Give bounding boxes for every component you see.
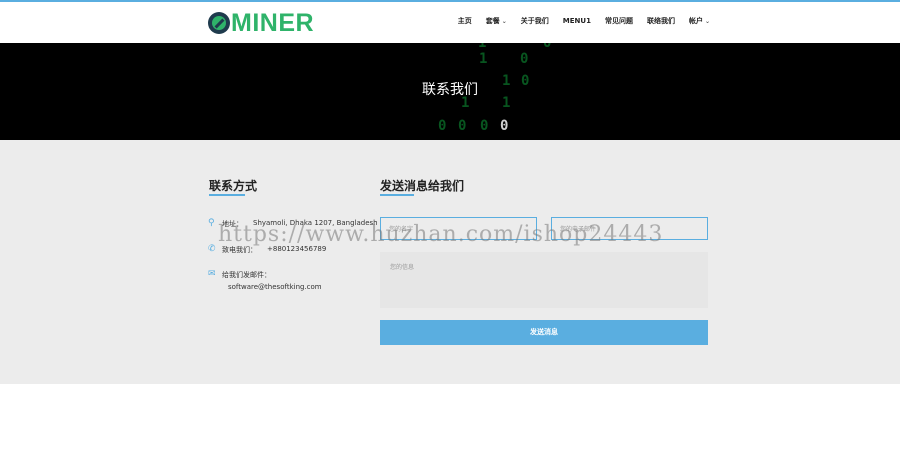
binary-digit-decoration: 0 (480, 118, 489, 134)
nav-label: 关于我们 (520, 17, 549, 25)
nav-item-contact[interactable]: 联络我们 (647, 16, 675, 26)
message-field[interactable]: 您的信息 (380, 252, 708, 308)
nav-item-home[interactable]: 主页 (458, 16, 472, 26)
nav-label: 联络我们 (646, 17, 675, 25)
nav-label: MENU1 (562, 17, 591, 25)
binary-digit-decoration: 0 (500, 118, 509, 134)
watermark-text: https://www.huzhan.com/ishop24443 (218, 222, 664, 247)
binary-digit-decoration: 0 (520, 51, 529, 67)
site-header: MINER 主页 套餐 ⌄ 关于我们 MENU1 常见问题 联络我们 帐户 ⌄ (0, 2, 900, 43)
location-pin-icon: ⚲ (208, 218, 215, 228)
nav-item-account[interactable]: 帐户 ⌄ (689, 16, 710, 26)
send-message-button[interactable]: 发送消息 (380, 320, 708, 345)
nav-item-packages[interactable]: 套餐 ⌄ (486, 16, 507, 26)
heading-underline (380, 194, 414, 196)
email-label: 给我们发邮件： (222, 271, 271, 279)
phone-icon: ✆ (208, 244, 216, 254)
nav-label: 常见问题 (604, 17, 633, 25)
chevron-down-icon: ⌄ (501, 17, 507, 25)
main-nav: 主页 套餐 ⌄ 关于我们 MENU1 常见问题 联络我们 帐户 ⌄ (458, 16, 710, 26)
nav-item-menu1[interactable]: MENU1 (563, 16, 591, 26)
binary-digit-decoration: 1 (479, 51, 488, 67)
binary-digit-decoration: 0 (543, 43, 552, 51)
envelope-icon: ✉ (208, 269, 216, 279)
page-hero: 1 0 1 0 1 0 1 1 0 0 0 0 联系我们 (0, 43, 900, 140)
contact-info-heading: 联系方式 (209, 179, 258, 193)
nav-item-faq[interactable]: 常见问题 (605, 16, 633, 26)
form-heading: 发送消息给我们 (380, 179, 465, 193)
binary-digit-decoration: 0 (458, 118, 467, 134)
nav-label: 主页 (457, 17, 472, 25)
email-value[interactable]: software@thesoftking.com (228, 283, 322, 291)
pickaxe-logo-icon (208, 12, 230, 34)
nav-label: 套餐 (485, 17, 500, 25)
chevron-down-icon: ⌄ (704, 17, 710, 25)
nav-label: 帐户 (688, 17, 703, 25)
binary-digit-decoration: 1 (478, 43, 487, 51)
email-row: ✉ 给我们发邮件： (208, 270, 281, 280)
binary-digit-decoration: 0 (438, 118, 447, 134)
site-logo[interactable]: MINER (208, 10, 314, 36)
logo-text: MINER (231, 9, 315, 37)
heading-underline (209, 194, 245, 196)
nav-item-about[interactable]: 关于我们 (521, 16, 549, 26)
page-title: 联系我们 (422, 82, 478, 98)
